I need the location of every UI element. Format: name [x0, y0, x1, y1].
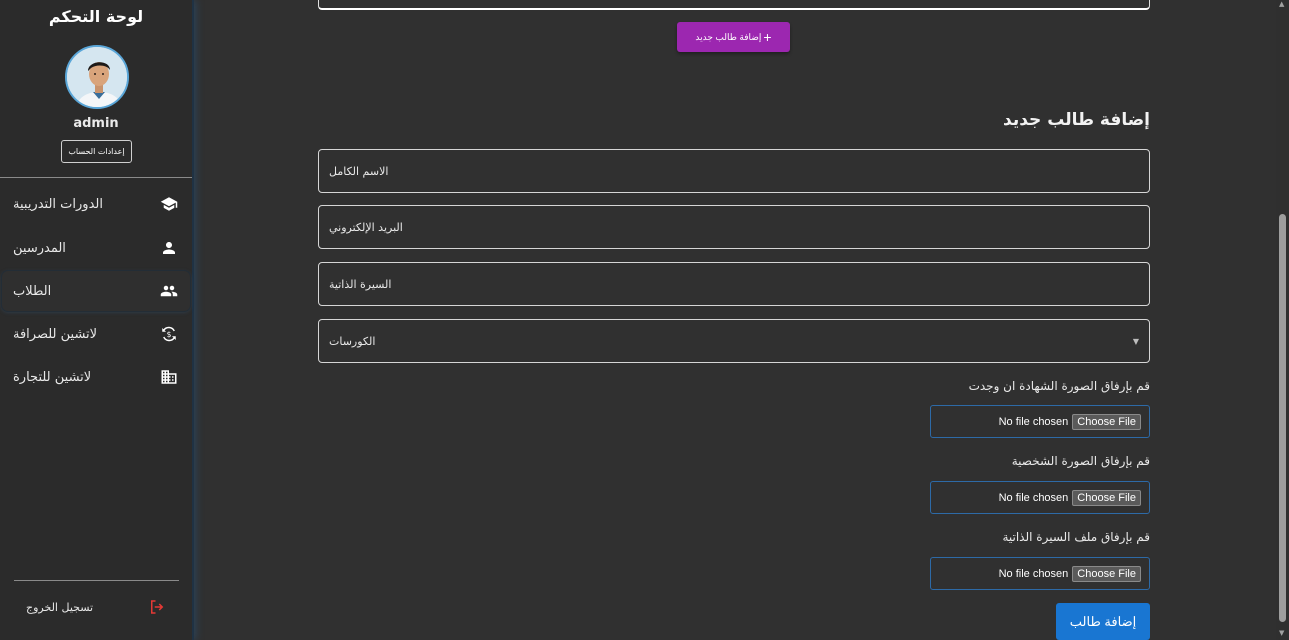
- choose-file-button[interactable]: Choose File: [1072, 413, 1141, 430]
- full-name-placeholder: الاسم الكامل: [329, 164, 389, 178]
- graduation-cap-icon: [160, 195, 178, 213]
- sidebar-item-exchange[interactable]: لاتشين للصرافة $: [2, 314, 190, 354]
- logout-icon: [148, 598, 166, 616]
- sidebar-item-students[interactable]: الطلاب: [2, 271, 190, 311]
- certificate-upload-label: قم بإرفاق الصورة الشهادة ان وجدت: [968, 379, 1150, 393]
- courses-placeholder: الكورسات: [329, 334, 376, 348]
- logout-label: تسجيل الخروج: [26, 600, 94, 614]
- choose-file-button[interactable]: Choose File: [1072, 565, 1141, 582]
- divider: [14, 580, 179, 581]
- sidebar-item-label: الطلاب: [13, 283, 52, 299]
- previous-field[interactable]: [318, 0, 1150, 10]
- scroll-thumb[interactable]: [1279, 214, 1286, 622]
- file-status: No file chosen: [998, 567, 1069, 580]
- add-student-submit-button[interactable]: إضافة طالب: [1056, 603, 1150, 640]
- scroll-up-icon[interactable]: ▲: [1279, 0, 1284, 8]
- avatar-image: [67, 47, 127, 107]
- photo-file-input[interactable]: No file chosen Choose File: [930, 481, 1150, 514]
- email-placeholder: البريد الإلكتروني: [329, 220, 403, 234]
- add-icon: +: [763, 29, 772, 45]
- add-new-student-button[interactable]: + إضافة طالب جديد: [677, 22, 790, 52]
- username: admin: [73, 116, 119, 131]
- form-title: إضافة طالب جديد: [1003, 110, 1150, 130]
- sidebar-item-label: لاتشين للصرافة: [13, 326, 98, 342]
- certificate-file-input[interactable]: No file chosen Choose File: [930, 405, 1150, 438]
- svg-text:$: $: [167, 330, 172, 339]
- file-status: No file chosen: [998, 491, 1069, 504]
- account-settings-button[interactable]: إعدادات الحساب: [61, 140, 132, 163]
- main-content: + إضافة طالب جديد إضافة طالب جديد الاسم …: [196, 0, 1274, 640]
- sidebar-item-teachers[interactable]: المدرسين: [2, 228, 190, 268]
- file-status: No file chosen: [998, 415, 1069, 428]
- building-icon: [160, 368, 178, 386]
- divider: [0, 177, 192, 178]
- sidebar-item-courses[interactable]: الدورات التدريبية: [2, 184, 190, 224]
- photo-upload-label: قم بإرفاق الصورة الشخصية: [1011, 454, 1150, 468]
- sidebar-item-trade[interactable]: لاتشين للتجارة: [2, 357, 190, 397]
- cv-placeholder: السيرة الذاتية: [329, 277, 392, 291]
- email-input[interactable]: البريد الإلكتروني: [318, 205, 1150, 249]
- cv-upload-label: قم بإرفاق ملف السيرة الذاتية: [1002, 530, 1150, 544]
- chevron-down-icon: ▼: [1132, 336, 1139, 346]
- people-icon: [160, 282, 178, 300]
- sidebar: لوحة التحكم admin إعدادات الحساب الدورات…: [0, 0, 194, 640]
- avatar: [65, 45, 129, 109]
- courses-select[interactable]: الكورسات ▼: [318, 319, 1150, 363]
- full-name-input[interactable]: الاسم الكامل: [318, 149, 1150, 193]
- add-new-student-label: إضافة طالب جديد: [695, 31, 762, 42]
- sidebar-item-label: الدورات التدريبية: [13, 196, 103, 212]
- logout-button[interactable]: تسجيل الخروج: [14, 592, 179, 622]
- sidebar-item-label: لاتشين للتجارة: [13, 369, 92, 385]
- currency-exchange-icon: $: [160, 325, 178, 343]
- person-icon: [160, 239, 178, 257]
- scroll-down-icon[interactable]: ▼: [1279, 629, 1284, 637]
- dashboard-title: لوحة التحكم: [48, 7, 144, 26]
- sidebar-item-label: المدرسين: [13, 240, 66, 256]
- cv-input[interactable]: السيرة الذاتية: [318, 262, 1150, 306]
- choose-file-button[interactable]: Choose File: [1072, 489, 1141, 506]
- scrollbar[interactable]: ▲ ▼: [1276, 0, 1289, 640]
- cv-file-input[interactable]: No file chosen Choose File: [930, 557, 1150, 590]
